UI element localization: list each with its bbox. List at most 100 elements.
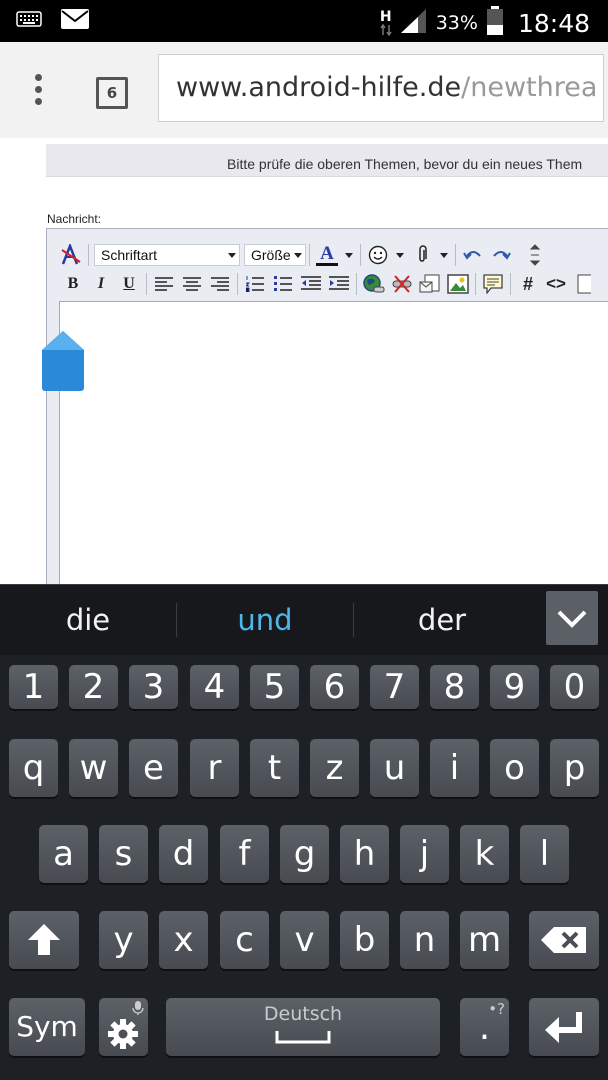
insert-image-icon[interactable] (444, 271, 472, 297)
remove-link-icon[interactable] (388, 271, 416, 297)
italic-icon[interactable]: I (87, 271, 115, 297)
key-8[interactable]: 8 (430, 665, 479, 709)
key-w[interactable]: w (69, 739, 118, 797)
key-n[interactable]: n (400, 911, 449, 969)
remove-format-icon[interactable] (57, 242, 85, 268)
message-textarea[interactable] (59, 301, 608, 584)
key-q[interactable]: q (9, 739, 58, 797)
suggestion-2[interactable]: und (177, 603, 353, 637)
align-right-icon[interactable] (206, 271, 234, 297)
expand-suggestions-button[interactable] (546, 591, 598, 645)
clock: 18:48 (517, 8, 590, 38)
key-f[interactable]: f (220, 825, 269, 883)
period-label: . (478, 1007, 491, 1048)
insert-link-icon[interactable] (360, 271, 388, 297)
signal-icon (400, 8, 428, 38)
key-m[interactable]: m (460, 911, 509, 969)
undo-icon[interactable] (459, 242, 487, 268)
notice-text: Bitte prüfe die oberen Themen, bevor du … (227, 156, 583, 172)
align-left-icon[interactable] (150, 271, 178, 297)
settings-key[interactable] (99, 998, 148, 1056)
key-o[interactable]: o (490, 739, 539, 797)
suggestion-3[interactable]: der (354, 603, 530, 637)
period-key[interactable]: •? . (460, 998, 509, 1056)
insert-email-icon[interactable] (416, 271, 444, 297)
key-k[interactable]: k (460, 825, 509, 883)
key-t[interactable]: t (250, 739, 299, 797)
enter-icon (545, 1012, 582, 1043)
backspace-icon (541, 927, 586, 953)
key-s[interactable]: s (99, 825, 148, 883)
bold-icon[interactable]: B (59, 271, 87, 297)
key-r[interactable]: r (190, 739, 239, 797)
text-cursor-handle[interactable] (41, 330, 85, 392)
indent-icon[interactable] (325, 271, 353, 297)
text-color-icon[interactable]: A (313, 242, 341, 268)
shift-arrow-icon (28, 924, 60, 955)
space-bar-icon (275, 1031, 331, 1044)
key-b[interactable]: b (340, 911, 389, 969)
browser-toolbar: 6 www.android-hilfe.de/newthrea (0, 42, 608, 139)
outdent-icon[interactable] (297, 271, 325, 297)
web-page: Bitte prüfe die oberen Themen, bevor du … (0, 138, 608, 584)
data-arrows-icon: H (380, 10, 392, 36)
enter-key[interactable] (529, 998, 599, 1056)
key-y[interactable]: y (99, 911, 148, 969)
key-c[interactable]: c (220, 911, 269, 969)
tab-switcher-button[interactable]: 6 (96, 77, 128, 109)
key-j[interactable]: j (400, 825, 449, 883)
key-x[interactable]: x (159, 911, 208, 969)
space-key[interactable]: Deutsch (166, 998, 440, 1056)
key-2[interactable]: 2 (69, 665, 118, 709)
key-l[interactable]: l (520, 825, 569, 883)
network-type: H (379, 9, 392, 25)
rich-text-editor: Schriftart Größe A B I U # <> (46, 228, 608, 584)
key-4[interactable]: 4 (190, 665, 239, 709)
key-d[interactable]: d (159, 825, 208, 883)
unordered-list-icon[interactable] (269, 271, 297, 297)
key-1[interactable]: 1 (9, 665, 58, 709)
key-3[interactable]: 3 (129, 665, 178, 709)
editor-toolbar-row-2: B I U # <> (47, 270, 598, 298)
key-u[interactable]: u (370, 739, 419, 797)
url-path: /newthrea (461, 72, 598, 103)
url-bar[interactable]: www.android-hilfe.de/newthrea (158, 54, 604, 122)
key-9[interactable]: 9 (490, 665, 539, 709)
key-6[interactable]: 6 (310, 665, 359, 709)
redo-icon[interactable] (487, 242, 515, 268)
font-family-select[interactable]: Schriftart (94, 244, 240, 266)
suggestion-bar: die und der (0, 584, 608, 655)
html-code-icon[interactable]: <> (542, 271, 570, 297)
attachment-icon[interactable] (408, 242, 436, 268)
key-a[interactable]: a (39, 825, 88, 883)
soft-keyboard: die und der 1 2 3 4 5 6 7 8 9 0 q w e r … (0, 584, 608, 1080)
gear-icon (108, 1019, 138, 1049)
font-size-select[interactable]: Größe (244, 244, 306, 266)
key-v[interactable]: v (280, 911, 329, 969)
code-hash-icon[interactable]: # (514, 271, 542, 297)
quote-icon[interactable] (479, 271, 507, 297)
key-5[interactable]: 5 (250, 665, 299, 709)
key-7[interactable]: 7 (370, 665, 419, 709)
key-0[interactable]: 0 (550, 665, 599, 709)
align-center-icon[interactable] (178, 271, 206, 297)
key-z[interactable]: z (310, 739, 359, 797)
ordered-list-icon[interactable] (241, 271, 269, 297)
underline-icon[interactable]: U (115, 271, 143, 297)
keyboard-icon (16, 10, 42, 33)
smiley-icon[interactable] (364, 242, 392, 268)
sym-key[interactable]: Sym (9, 998, 85, 1056)
key-p[interactable]: p (550, 739, 599, 797)
suggestion-1[interactable]: die (0, 603, 176, 637)
key-g[interactable]: g (280, 825, 329, 883)
key-e[interactable]: e (129, 739, 178, 797)
resize-editor-icon[interactable] (521, 242, 549, 268)
backspace-key[interactable] (529, 911, 599, 969)
shift-key[interactable] (9, 911, 79, 969)
notice-banner: Bitte prüfe die oberen Themen, bevor du … (46, 144, 608, 177)
php-code-icon[interactable] (570, 271, 598, 297)
space-language-label: Deutsch (263, 1003, 343, 1025)
overflow-menu-icon[interactable] (28, 74, 48, 108)
key-i[interactable]: i (430, 739, 479, 797)
key-h[interactable]: h (340, 825, 389, 883)
